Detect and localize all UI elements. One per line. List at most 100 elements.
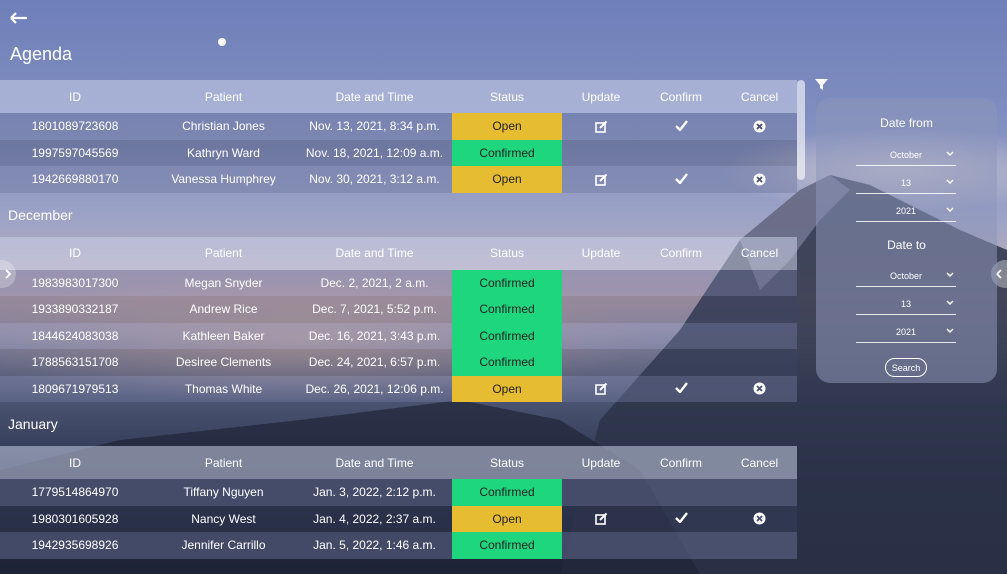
table-row[interactable]: 1980301605928 Nancy West Jan. 4, 2022, 2:3… [0,505,797,532]
table-row[interactable]: 1801089723608 Christian Jones Nov. 13, 202… [0,113,797,140]
column-header-patient: Patient [150,446,297,479]
chevron-down-icon [946,177,954,187]
cell-patient: Thomas White [150,375,297,402]
status-badge: Confirmed [452,139,562,166]
from-day-select[interactable]: 13 [856,172,956,194]
cancel-button[interactable] [722,375,797,402]
column-header-id: ID [0,446,150,479]
edit-icon [594,173,608,187]
update-button[interactable] [562,113,640,140]
cell-id: 1997597045569 [0,139,150,166]
cell-datetime: Dec. 16, 2021, 3:43 p.m. [297,322,452,349]
cell-patient: Jennifer Carrillo [150,532,297,559]
check-icon [674,512,688,526]
appointments-table: ID Patient Date and Time Status Update Confir… [0,80,797,193]
scrollbar[interactable] [797,80,805,180]
cell-datetime: Dec. 24, 2021, 6:57 p.m. [297,349,452,376]
cell-datetime: Jan. 3, 2022, 2:12 p.m. [297,479,452,506]
cell-id: 1942935698926 [0,532,150,559]
status-badge: Open [452,113,562,140]
appointments-table: ID Patient Date and Time Status Update Confir… [0,236,797,402]
edit-icon [594,382,608,396]
cell-patient: Vanessa Humphrey [150,166,297,193]
filter-panel: Date from October 13 2021 Date to Octobe… [816,98,997,383]
cancel-button[interactable] [722,505,797,532]
check-icon [674,382,688,396]
confirm-button[interactable] [640,375,722,402]
chevron-down-icon [946,149,954,159]
agenda-list[interactable]: ID Patient Date and Time Status Update Confir… [0,80,807,574]
column-header-id: ID [0,80,150,113]
update-button[interactable] [562,505,640,532]
column-header-cancel: Cancel [722,446,797,479]
cell-datetime: Dec. 7, 2021, 5:52 p.m. [297,296,452,323]
cell-datetime: Nov. 13, 2021, 8:34 p.m. [297,113,452,140]
empty-action-cell [640,139,722,166]
month-heading: December [8,206,73,223]
search-button[interactable]: Search [885,358,927,377]
table-row[interactable]: 1788563151708 Desiree Clements Dec. 24, 20… [0,349,797,376]
status-badge: Confirmed [452,322,562,349]
empty-action-cell [722,296,797,323]
update-button[interactable] [562,375,640,402]
cancel-button[interactable] [722,166,797,193]
table-row[interactable]: 1779514864970 Tiffany Nguyen Jan. 3, 2022,… [0,479,797,506]
empty-action-cell [722,269,797,296]
status-badge: Open [452,505,562,532]
status-badge: Confirmed [452,479,562,506]
table-row[interactable]: 1983983017300 Megan Snyder Dec. 2, 2021, 2… [0,269,797,296]
column-header-confirm: Confirm [640,446,722,479]
column-header-confirm: Confirm [640,236,722,270]
status-badge: Confirmed [452,296,562,323]
from-day-value: 13 [900,177,911,188]
status-badge: Confirmed [452,532,562,559]
confirm-button[interactable] [640,166,722,193]
date-to-label: Date to [887,238,926,252]
status-badge: Open [452,375,562,402]
from-month-select[interactable]: October [856,144,956,166]
date-from-label: Date from [880,116,933,130]
empty-action-cell [722,479,797,506]
table-row[interactable]: 1997597045569 Kathryn Ward Nov. 18, 2021, … [0,139,797,166]
chevron-right-icon [5,269,12,279]
empty-action-cell [640,479,722,506]
column-header-confirm: Confirm [640,80,722,113]
cell-patient: Megan Snyder [150,269,297,296]
cancel-button[interactable] [722,113,797,140]
table-row[interactable]: 1942669880170 Vanessa Humphrey Nov. 30, 20… [0,166,797,193]
to-year-select[interactable]: 2021 [856,321,956,343]
edit-icon [594,512,608,526]
confirm-button[interactable] [640,505,722,532]
table-row[interactable]: 1844624083038 Kathleen Baker Dec. 16, 2021… [0,322,797,349]
table-row[interactable]: 1942935698926 Jennifer Carrillo Jan. 5, 20… [0,532,797,559]
column-header-status: Status [452,80,562,113]
empty-action-cell [562,269,640,296]
empty-action-cell [562,479,640,506]
to-year-value: 2021 [895,326,917,337]
column-header-id: ID [0,236,150,270]
empty-action-cell [640,269,722,296]
column-header-patient: Patient [150,236,297,270]
cell-patient: Andrew Rice [150,296,297,323]
filter-icon[interactable] [815,78,829,92]
cell-patient: Kathleen Baker [150,322,297,349]
cell-datetime: Nov. 30, 2021, 3:12 a.m. [297,166,452,193]
cell-id: 1933890332187 [0,296,150,323]
status-badge: Confirmed [452,349,562,376]
empty-action-cell [722,139,797,166]
to-month-select[interactable]: October [856,265,956,287]
back-button[interactable] [8,8,30,28]
table-row[interactable]: 1933890332187 Andrew Rice Dec. 7, 2021, 5:… [0,296,797,323]
table-row[interactable]: 1809671979513 Thomas White Dec. 26, 2021, … [0,375,797,402]
column-header-update: Update [562,446,640,479]
column-header-status: Status [452,446,562,479]
confirm-button[interactable] [640,113,722,140]
to-day-select[interactable]: 13 [856,293,956,315]
update-button[interactable] [562,166,640,193]
table-header-row: ID Patient Date and Time Status Update Confir… [0,446,797,479]
from-month-value: October [889,149,922,160]
table-header-row: ID Patient Date and Time Status Update Confir… [0,80,797,113]
cell-datetime: Nov. 18, 2021, 12:09 a.m. [297,139,452,166]
cancel-circle-icon [753,512,767,526]
from-year-select[interactable]: 2021 [856,200,956,222]
